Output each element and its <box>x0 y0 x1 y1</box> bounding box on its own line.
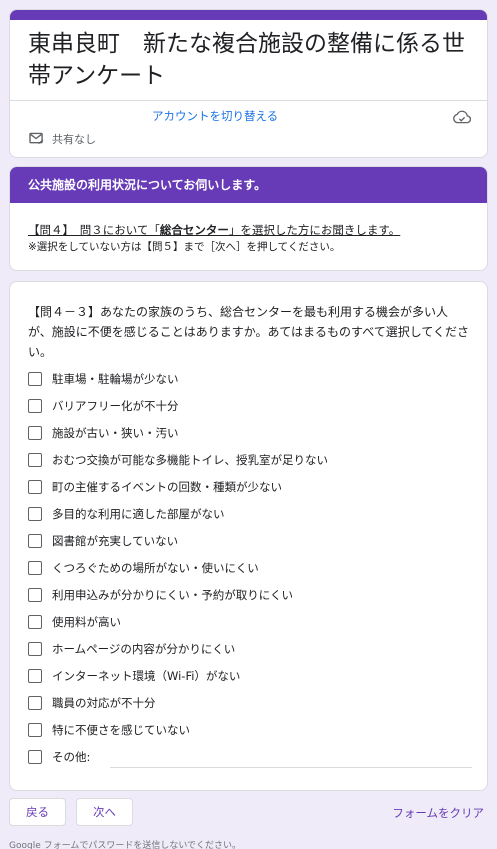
checkbox-option[interactable]: バリアフリー化が不十分 <box>28 396 179 416</box>
checkbox-option[interactable]: 使用料が高い <box>28 612 121 632</box>
cloud-save-icon <box>453 110 471 124</box>
next-button[interactable]: 次へ <box>76 798 133 826</box>
option-label: くつろぐための場所がない・使いにくい <box>52 561 259 575</box>
checkbox-option[interactable]: 施設が古い・狭い・汚い <box>28 423 179 443</box>
section-line1-suffix: 」を選択した方にお聞きします。 <box>228 223 401 237</box>
section-header: 公共施設の利用状況についてお伺いします。 <box>10 167 487 203</box>
checkbox-option[interactable]: インターネット環境（Wi-Fi）がない <box>28 666 240 686</box>
back-button[interactable]: 戻る <box>9 798 66 826</box>
checkbox[interactable] <box>28 426 42 440</box>
section-line1-bold: 総合センター <box>159 223 229 237</box>
checkbox[interactable] <box>28 480 42 494</box>
section-line1-prefix: 【問４】 問３において「 <box>28 223 160 237</box>
option-label: 施設が古い・狭い・汚い <box>52 426 179 440</box>
switch-account-link[interactable]: アカウントを切り替える <box>152 108 278 124</box>
section-description-line2: ※選択をしていない方は【問５】まで［次へ］を押してください。 <box>28 241 341 253</box>
form-title: 東串良町 新たな複合施設の整備に係る世帯アンケート <box>28 31 465 89</box>
checkbox-option[interactable]: 駐車場・駐輪場が少ない <box>28 369 179 389</box>
checkbox[interactable] <box>28 507 42 521</box>
checkbox[interactable] <box>28 669 42 683</box>
checkbox[interactable] <box>28 615 42 629</box>
option-label: 使用料が高い <box>52 615 121 629</box>
checkbox[interactable] <box>28 453 42 467</box>
question-text: 【問４－３】あなたの家族のうち、総合センターを最も利用する機会が多い人が、施設に… <box>28 305 470 359</box>
section-card: 公共施設の利用状況についてお伺いします。 【問４】 問３において「総合センター」… <box>9 166 488 271</box>
checkbox[interactable] <box>28 642 42 656</box>
option-label: 利用申込みが分かりにくい・予約が取りにくい <box>52 588 294 602</box>
other-text-input[interactable] <box>110 767 472 768</box>
checkbox-option[interactable]: 図書館が充実していない <box>28 531 178 551</box>
checkbox-option[interactable]: 多目的な利用に適した部屋がない <box>28 504 225 524</box>
option-label: 図書館が充実していない <box>52 534 179 548</box>
question-card: 【問４－３】あなたの家族のうち、総合センターを最も利用する機会が多い人が、施設に… <box>9 281 488 791</box>
option-label: バリアフリー化が不十分 <box>52 399 179 413</box>
checkbox[interactable] <box>28 534 42 548</box>
title-accent-bar <box>10 10 487 20</box>
checkbox-option[interactable]: くつろぐための場所がない・使いにくい <box>28 558 259 578</box>
checkbox-option[interactable]: 特に不便さを感じていない <box>28 720 190 740</box>
option-label: 多目的な利用に適した部屋がない <box>52 507 225 521</box>
checkbox[interactable] <box>28 588 42 602</box>
option-label: 職員の対応が不十分 <box>52 696 156 710</box>
checkbox[interactable] <box>28 696 42 710</box>
option-label: おむつ交換が可能な多機能トイレ、授乳室が足りない <box>52 453 328 467</box>
password-warning-note: Google フォームでパスワードを送信しないでください。 <box>9 841 242 849</box>
checkbox-option[interactable]: おむつ交換が可能な多機能トイレ、授乳室が足りない <box>28 450 328 470</box>
option-label-other: その他: <box>52 750 91 764</box>
checkbox[interactable] <box>28 561 42 575</box>
option-label: ホームページの内容が分かりにくい <box>52 642 236 656</box>
clear-form-button[interactable]: フォームをクリア <box>392 805 484 821</box>
checkbox[interactable] <box>28 399 42 413</box>
mail-not-shared-icon <box>29 132 44 145</box>
checkbox[interactable] <box>28 372 42 386</box>
checkbox-option-other[interactable]: その他: <box>28 747 90 767</box>
checkbox[interactable] <box>28 723 42 737</box>
form-title-card: 東串良町 新たな複合施設の整備に係る世帯アンケート アカウントを切り替える 共有… <box>9 9 488 158</box>
checkbox-option[interactable]: 職員の対応が不十分 <box>28 693 156 713</box>
title-divider <box>10 100 487 101</box>
option-label: 特に不便さを感じていない <box>52 723 190 737</box>
checkbox-option[interactable]: 町の主催するイベントの回数・種類が少ない <box>28 477 282 497</box>
option-label: 町の主催するイベントの回数・種類が少ない <box>52 480 282 494</box>
option-label: 駐車場・駐輪場が少ない <box>52 372 179 386</box>
section-description-line1: 【問４】 問３において「総合センター」を選択した方にお聞きします。 <box>28 222 400 238</box>
shared-status: 共有なし <box>52 133 96 146</box>
checkbox[interactable] <box>28 750 42 764</box>
checkbox-option[interactable]: ホームページの内容が分かりにくい <box>28 639 235 659</box>
option-label: インターネット環境（Wi-Fi）がない <box>52 669 241 683</box>
checkbox-option[interactable]: 利用申込みが分かりにくい・予約が取りにくい <box>28 585 293 605</box>
